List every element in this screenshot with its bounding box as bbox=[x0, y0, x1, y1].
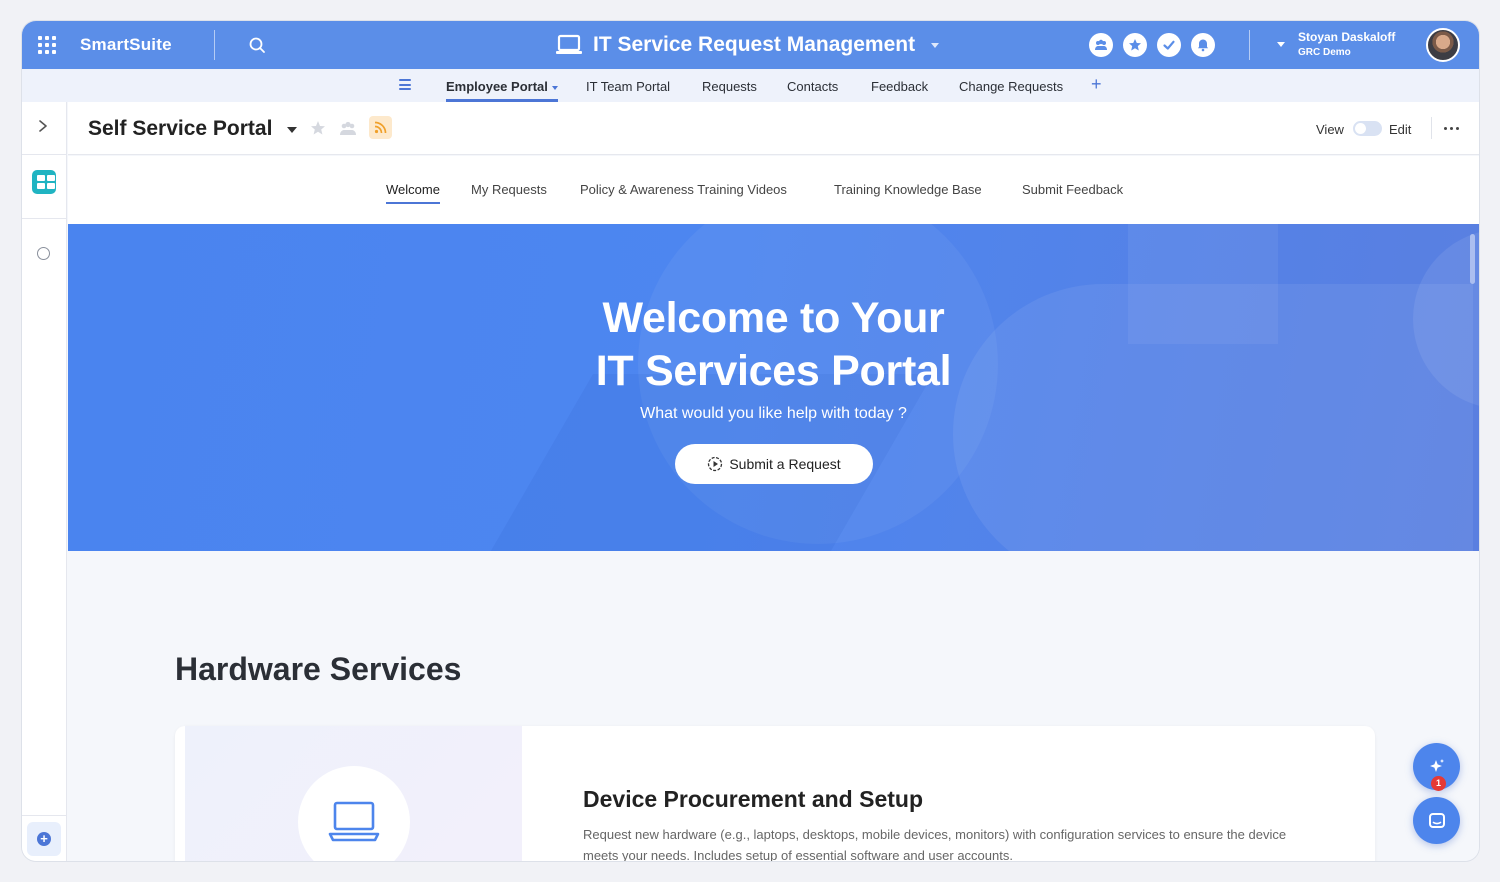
notifications-button[interactable] bbox=[1191, 33, 1215, 57]
view-mode-label: View bbox=[1316, 122, 1344, 137]
chevron-down-icon[interactable] bbox=[287, 127, 297, 133]
workspace-name: GRC Demo bbox=[1298, 47, 1351, 58]
favorites-button[interactable] bbox=[1123, 33, 1147, 57]
tab-it-team-portal[interactable]: IT Team Portal bbox=[586, 79, 670, 94]
play-circle-icon bbox=[708, 456, 723, 472]
tab-change-requests[interactable]: Change Requests bbox=[959, 79, 1063, 94]
card-description-line: Request new hardware (e.g., laptops, des… bbox=[583, 827, 1287, 842]
submit-request-label: Submit a Request bbox=[729, 456, 841, 472]
tab-contacts[interactable]: Contacts bbox=[787, 79, 838, 94]
tab-label: Employee Portal bbox=[446, 79, 548, 94]
chevron-down-icon[interactable] bbox=[1277, 42, 1285, 47]
tab-employee-portal[interactable]: Employee Portal bbox=[446, 79, 558, 102]
brand-logo[interactable]: SmartSuite bbox=[80, 35, 172, 55]
hero-title: Welcome to Your IT Services Portal bbox=[68, 292, 1479, 398]
left-rail: + bbox=[22, 102, 67, 861]
sparkle-icon bbox=[1429, 758, 1444, 772]
divider bbox=[1431, 117, 1432, 139]
service-card[interactable]: Device Procurement and Setup Request new… bbox=[175, 726, 1375, 861]
more-options-icon[interactable] bbox=[1444, 127, 1459, 130]
menu-icon[interactable] bbox=[399, 79, 411, 90]
dashboard-icon[interactable] bbox=[32, 170, 56, 194]
page-title[interactable]: Self Service Portal bbox=[88, 117, 272, 141]
apps-grid-icon[interactable] bbox=[38, 36, 56, 54]
tab-policy-training-videos[interactable]: Policy & Awareness Training Videos bbox=[580, 182, 787, 197]
add-tab-button[interactable]: + bbox=[1091, 74, 1102, 95]
chat-button[interactable] bbox=[1413, 797, 1460, 844]
team-icon bbox=[1095, 39, 1107, 50]
scrollbar-thumb[interactable] bbox=[1470, 234, 1475, 284]
hero-title-line: Welcome to Your bbox=[602, 294, 945, 342]
app-window: SmartSuite IT Service Request Management bbox=[22, 21, 1479, 861]
check-icon bbox=[1163, 40, 1175, 50]
chat-icon bbox=[1428, 812, 1445, 828]
chevron-right-icon[interactable] bbox=[38, 120, 48, 132]
card-description: Request new hardware (e.g., laptops, des… bbox=[583, 824, 1363, 861]
page-tabs: Welcome My Requests Policy & Awareness T… bbox=[68, 156, 1479, 224]
tab-my-requests[interactable]: My Requests bbox=[471, 182, 547, 197]
divider bbox=[214, 30, 215, 60]
page-header: Self Service Portal View Edit bbox=[68, 102, 1479, 155]
star-icon bbox=[1129, 39, 1141, 51]
tab-requests[interactable]: Requests bbox=[702, 79, 757, 94]
hero-banner: Welcome to Your IT Services Portal What … bbox=[68, 224, 1479, 551]
edit-mode-label: Edit bbox=[1389, 122, 1412, 137]
solution-title[interactable]: IT Service Request Management bbox=[555, 31, 940, 59]
user-circle-icon[interactable] bbox=[37, 247, 50, 260]
main-content: Hardware Services Device Procurement and… bbox=[68, 551, 1479, 861]
laptop-icon bbox=[328, 801, 380, 842]
tasks-button[interactable] bbox=[1157, 33, 1181, 57]
bell-icon bbox=[1198, 39, 1208, 52]
solution-title-text: IT Service Request Management bbox=[593, 33, 916, 56]
divider bbox=[1249, 30, 1250, 60]
tab-welcome[interactable]: Welcome bbox=[386, 182, 440, 204]
chevron-down-icon bbox=[551, 85, 558, 90]
submit-request-button[interactable]: Submit a Request bbox=[675, 444, 873, 484]
star-icon[interactable] bbox=[310, 120, 326, 136]
avatar[interactable] bbox=[1426, 28, 1460, 62]
card-description-line: meets your needs. Includes setup of esse… bbox=[583, 848, 1013, 861]
divider bbox=[22, 154, 67, 155]
user-name[interactable]: Stoyan Daskaloff bbox=[1298, 30, 1395, 44]
laptop-icon bbox=[556, 34, 582, 54]
card-icon-circle bbox=[298, 766, 410, 861]
app-tabs-bar: Employee Portal IT Team Portal Requests … bbox=[22, 69, 1479, 102]
hero-subtitle: What would you like help with today ? bbox=[640, 405, 907, 422]
tab-submit-feedback[interactable]: Submit Feedback bbox=[1022, 182, 1123, 197]
divider bbox=[22, 815, 67, 816]
tab-feedback[interactable]: Feedback bbox=[871, 79, 928, 94]
divider bbox=[22, 218, 67, 219]
plus-icon: + bbox=[37, 832, 51, 846]
chevron-down-icon bbox=[931, 42, 940, 48]
top-bar: SmartSuite IT Service Request Management bbox=[22, 21, 1479, 69]
members-icon[interactable] bbox=[339, 120, 357, 136]
members-button[interactable] bbox=[1089, 33, 1113, 57]
card-image bbox=[185, 726, 522, 861]
section-title: Hardware Services bbox=[175, 651, 462, 687]
card-title[interactable]: Device Procurement and Setup bbox=[583, 786, 923, 813]
add-button[interactable]: + bbox=[27, 822, 61, 856]
view-edit-toggle[interactable] bbox=[1353, 121, 1382, 136]
tab-training-knowledge-base[interactable]: Training Knowledge Base bbox=[834, 182, 982, 197]
search-icon[interactable] bbox=[248, 36, 266, 54]
hero-title-line: IT Services Portal bbox=[595, 347, 952, 395]
rss-icon[interactable] bbox=[369, 116, 392, 139]
unread-badge: 1 bbox=[1431, 776, 1446, 791]
